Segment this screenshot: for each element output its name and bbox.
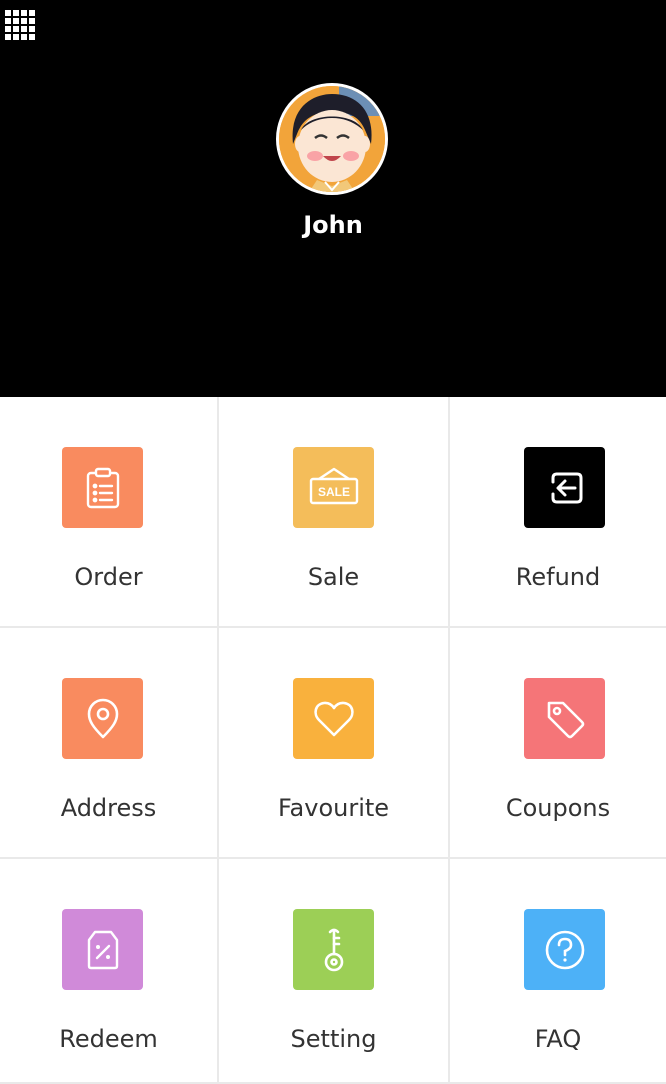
avatar[interactable]	[276, 83, 388, 195]
menu-item-order[interactable]: Order	[0, 397, 219, 628]
menu-item-redeem[interactable]: Redeem	[0, 859, 219, 1084]
menu-item-label: Setting	[290, 1025, 377, 1053]
refund-arrow-icon	[524, 447, 605, 528]
menu-item-label: Coupons	[505, 794, 611, 822]
question-circle-icon	[524, 909, 605, 990]
menu-item-coupons[interactable]: Coupons	[450, 628, 666, 859]
menu-item-label: Address	[60, 794, 157, 822]
svg-text:SALE: SALE	[317, 485, 349, 499]
menu-item-faq[interactable]: FAQ	[450, 859, 666, 1084]
location-pin-icon	[62, 678, 143, 759]
menu-item-label: Redeem	[59, 1025, 158, 1053]
price-tag-icon	[524, 678, 605, 759]
menu-item-label: Favourite	[277, 794, 390, 822]
menu-grid: Order SALE Sale Refund Address Favourite…	[0, 397, 666, 1084]
key-icon	[293, 909, 374, 990]
menu-item-label: Order	[74, 563, 143, 591]
menu-item-label: Refund	[515, 563, 601, 591]
menu-item-label: Sale	[307, 563, 360, 591]
menu-item-address[interactable]: Address	[0, 628, 219, 859]
user-name: John	[303, 211, 363, 239]
menu-item-setting[interactable]: Setting	[219, 859, 450, 1084]
menu-item-sale[interactable]: SALE Sale	[219, 397, 450, 628]
discount-tag-icon	[62, 909, 143, 990]
heart-icon	[293, 678, 374, 759]
grid-menu-icon[interactable]	[5, 10, 35, 40]
menu-item-refund[interactable]: Refund	[450, 397, 666, 628]
menu-item-favourite[interactable]: Favourite	[219, 628, 450, 859]
profile-header: John	[0, 0, 666, 397]
clipboard-list-icon	[62, 447, 143, 528]
sale-sign-icon: SALE	[293, 447, 374, 528]
menu-item-label: FAQ	[534, 1025, 582, 1053]
